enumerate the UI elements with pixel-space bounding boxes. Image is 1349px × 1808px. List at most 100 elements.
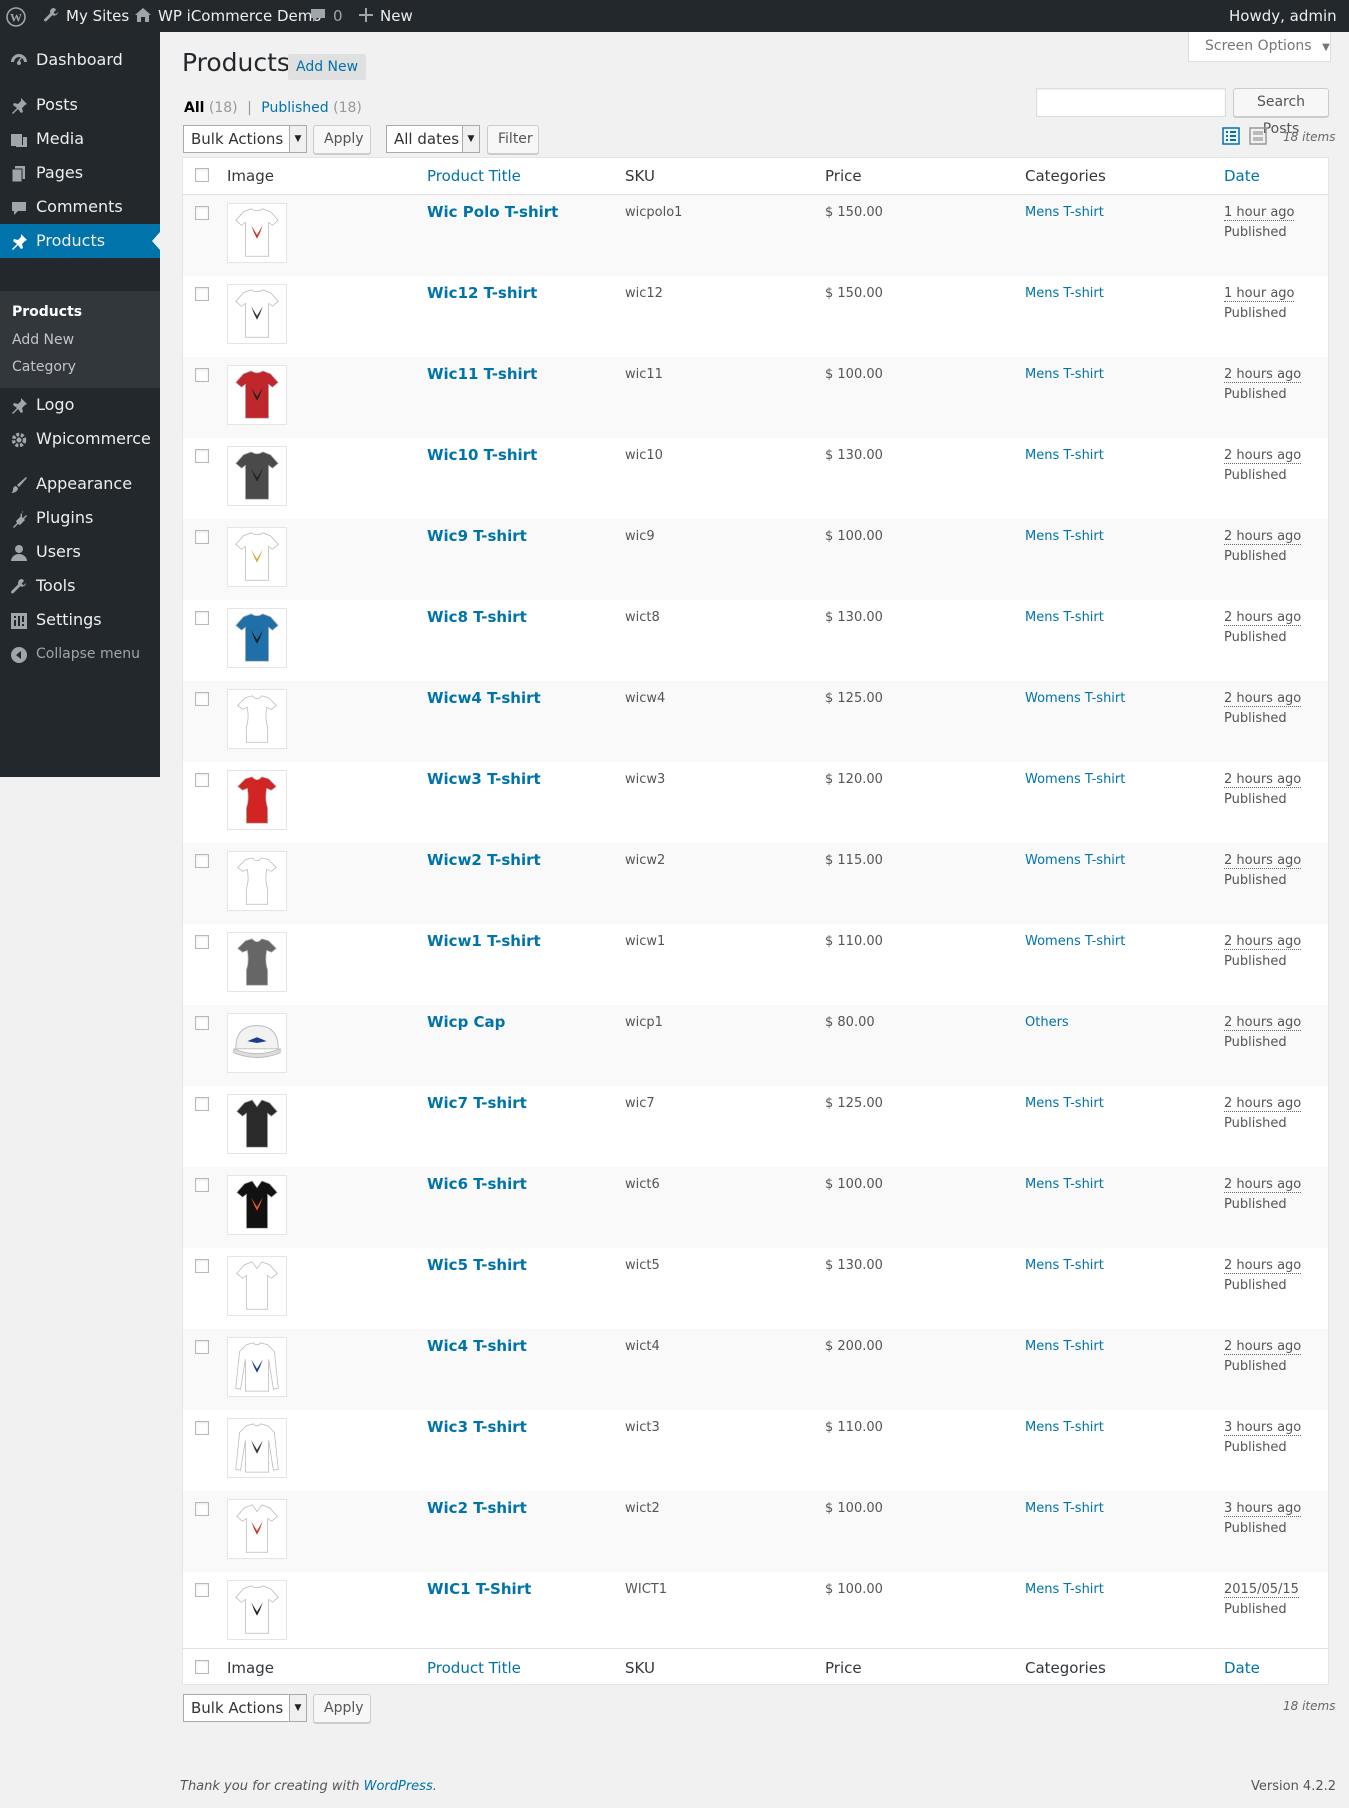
row-checkbox[interactable] xyxy=(195,1340,209,1354)
menu-item-tools[interactable]: Tools xyxy=(0,569,160,603)
select-all-checkbox-bottom[interactable] xyxy=(195,1660,209,1674)
product-title-link[interactable]: Wic4 T-shirt xyxy=(427,1337,527,1355)
product-category-link[interactable]: Womens T-shirt xyxy=(1025,691,1125,706)
add-new-button[interactable]: Add New xyxy=(288,54,367,80)
product-category-link[interactable]: Mens T-shirt xyxy=(1025,1501,1104,1516)
footer-header-title[interactable]: Product Title xyxy=(427,1650,521,1687)
menu-item-dashboard[interactable]: Dashboard xyxy=(0,43,160,77)
row-checkbox[interactable] xyxy=(195,1097,209,1111)
product-thumbnail[interactable] xyxy=(227,608,287,668)
row-checkbox[interactable] xyxy=(195,206,209,220)
column-header-title[interactable]: Product Title xyxy=(427,158,521,195)
select-all-checkbox[interactable] xyxy=(195,168,209,182)
product-thumbnail[interactable] xyxy=(227,1580,287,1640)
product-thumbnail[interactable] xyxy=(227,1175,287,1235)
date-filter-select[interactable]: All dates ▼ xyxy=(386,125,480,153)
product-category-link[interactable]: Mens T-shirt xyxy=(1025,610,1104,625)
product-thumbnail[interactable] xyxy=(227,1256,287,1316)
search-posts-button[interactable]: Search Posts xyxy=(1233,88,1329,137)
row-checkbox[interactable] xyxy=(195,935,209,949)
product-thumbnail[interactable] xyxy=(227,1094,287,1154)
product-category-link[interactable]: Mens T-shirt xyxy=(1025,1339,1104,1354)
menu-item-appearance[interactable]: Appearance xyxy=(0,467,160,501)
product-category-link[interactable]: Womens T-shirt xyxy=(1025,772,1125,787)
product-title-link[interactable]: Wic9 T-shirt xyxy=(427,527,527,545)
excerpt-view-icon[interactable] xyxy=(1249,127,1267,145)
row-checkbox[interactable] xyxy=(195,287,209,301)
collapse-menu-button[interactable]: Collapse menu xyxy=(0,637,160,671)
product-thumbnail[interactable] xyxy=(227,1418,287,1478)
menu-item-settings[interactable]: Settings xyxy=(0,603,160,637)
wordpress-link[interactable]: WordPress xyxy=(364,1779,433,1794)
row-checkbox[interactable] xyxy=(195,611,209,625)
apply-button-top[interactable]: Apply xyxy=(313,125,371,154)
menu-item-logo[interactable]: Logo xyxy=(0,388,160,422)
view-published-link[interactable]: Published xyxy=(261,100,328,116)
menu-item-pages[interactable]: Pages xyxy=(0,156,160,190)
product-thumbnail[interactable] xyxy=(227,1499,287,1559)
menu-item-comments[interactable]: Comments xyxy=(0,190,160,224)
product-category-link[interactable]: Womens T-shirt xyxy=(1025,934,1125,949)
product-thumbnail[interactable] xyxy=(227,284,287,344)
product-thumbnail[interactable] xyxy=(227,203,287,263)
menu-item-products[interactable]: Products xyxy=(0,224,160,258)
product-category-link[interactable]: Mens T-shirt xyxy=(1025,367,1104,382)
product-title-link[interactable]: Wicw3 T-shirt xyxy=(427,770,541,788)
apply-button-bottom[interactable]: Apply xyxy=(313,1694,371,1723)
product-category-link[interactable]: Mens T-shirt xyxy=(1025,448,1104,463)
product-title-link[interactable]: Wic Polo T-shirt xyxy=(427,203,558,221)
row-checkbox[interactable] xyxy=(195,1583,209,1597)
column-header-date[interactable]: Date xyxy=(1224,158,1260,195)
my-sites-menu[interactable]: My Sites xyxy=(42,0,129,32)
product-title-link[interactable]: Wicw2 T-shirt xyxy=(427,851,541,869)
submenu-item-products[interactable]: Products xyxy=(12,299,82,325)
product-category-link[interactable]: Mens T-shirt xyxy=(1025,1420,1104,1435)
product-thumbnail[interactable] xyxy=(227,689,287,749)
product-title-link[interactable]: Wicp Cap xyxy=(427,1013,505,1031)
row-checkbox[interactable] xyxy=(195,773,209,787)
product-title-link[interactable]: Wicw1 T-shirt xyxy=(427,932,541,950)
row-checkbox[interactable] xyxy=(195,692,209,706)
menu-item-users[interactable]: Users xyxy=(0,535,160,569)
submenu-item-category[interactable]: Category xyxy=(12,354,76,380)
product-title-link[interactable]: Wic3 T-shirt xyxy=(427,1418,527,1436)
menu-item-wpicommerce[interactable]: Wpicommerce xyxy=(0,422,160,456)
bulk-actions-select-top[interactable]: Bulk Actions ▼ xyxy=(183,125,307,153)
product-title-link[interactable]: Wic7 T-shirt xyxy=(427,1094,527,1112)
product-title-link[interactable]: Wic11 T-shirt xyxy=(427,365,537,383)
row-checkbox[interactable] xyxy=(195,1016,209,1030)
product-title-link[interactable]: Wic5 T-shirt xyxy=(427,1256,527,1274)
product-thumbnail[interactable] xyxy=(227,1013,287,1073)
site-name-menu[interactable]: WP iCommerce Demo xyxy=(134,0,322,32)
screen-options-button[interactable]: Screen Options ▼ xyxy=(1188,32,1331,62)
row-checkbox[interactable] xyxy=(195,1259,209,1273)
view-all-link[interactable]: All xyxy=(184,100,204,116)
product-title-link[interactable]: Wic8 T-shirt xyxy=(427,608,527,626)
product-category-link[interactable]: Others xyxy=(1025,1015,1069,1030)
product-category-link[interactable]: Mens T-shirt xyxy=(1025,286,1104,301)
row-checkbox[interactable] xyxy=(195,530,209,544)
menu-item-media[interactable]: Media xyxy=(0,122,160,156)
new-content-menu[interactable]: New xyxy=(358,0,413,32)
product-title-link[interactable]: Wicw4 T-shirt xyxy=(427,689,541,707)
product-category-link[interactable]: Mens T-shirt xyxy=(1025,529,1104,544)
my-account-menu[interactable]: Howdy, admin xyxy=(1229,0,1349,57)
product-category-link[interactable]: Mens T-shirt xyxy=(1025,205,1104,220)
product-thumbnail[interactable] xyxy=(227,770,287,830)
product-thumbnail[interactable] xyxy=(227,527,287,587)
menu-item-posts[interactable]: Posts xyxy=(0,88,160,122)
product-category-link[interactable]: Mens T-shirt xyxy=(1025,1582,1104,1597)
row-checkbox[interactable] xyxy=(195,1178,209,1192)
product-title-link[interactable]: Wic6 T-shirt xyxy=(427,1175,527,1193)
row-checkbox[interactable] xyxy=(195,449,209,463)
comments-menu[interactable]: 0 xyxy=(309,0,343,32)
submenu-item-add-new[interactable]: Add New xyxy=(12,327,74,353)
product-thumbnail[interactable] xyxy=(227,446,287,506)
product-thumbnail[interactable] xyxy=(227,365,287,425)
product-title-link[interactable]: Wic10 T-shirt xyxy=(427,446,537,464)
product-thumbnail[interactable] xyxy=(227,851,287,911)
row-checkbox[interactable] xyxy=(195,368,209,382)
product-category-link[interactable]: Mens T-shirt xyxy=(1025,1096,1104,1111)
menu-item-plugins[interactable]: Plugins xyxy=(0,501,160,535)
product-title-link[interactable]: Wic2 T-shirt xyxy=(427,1499,527,1517)
